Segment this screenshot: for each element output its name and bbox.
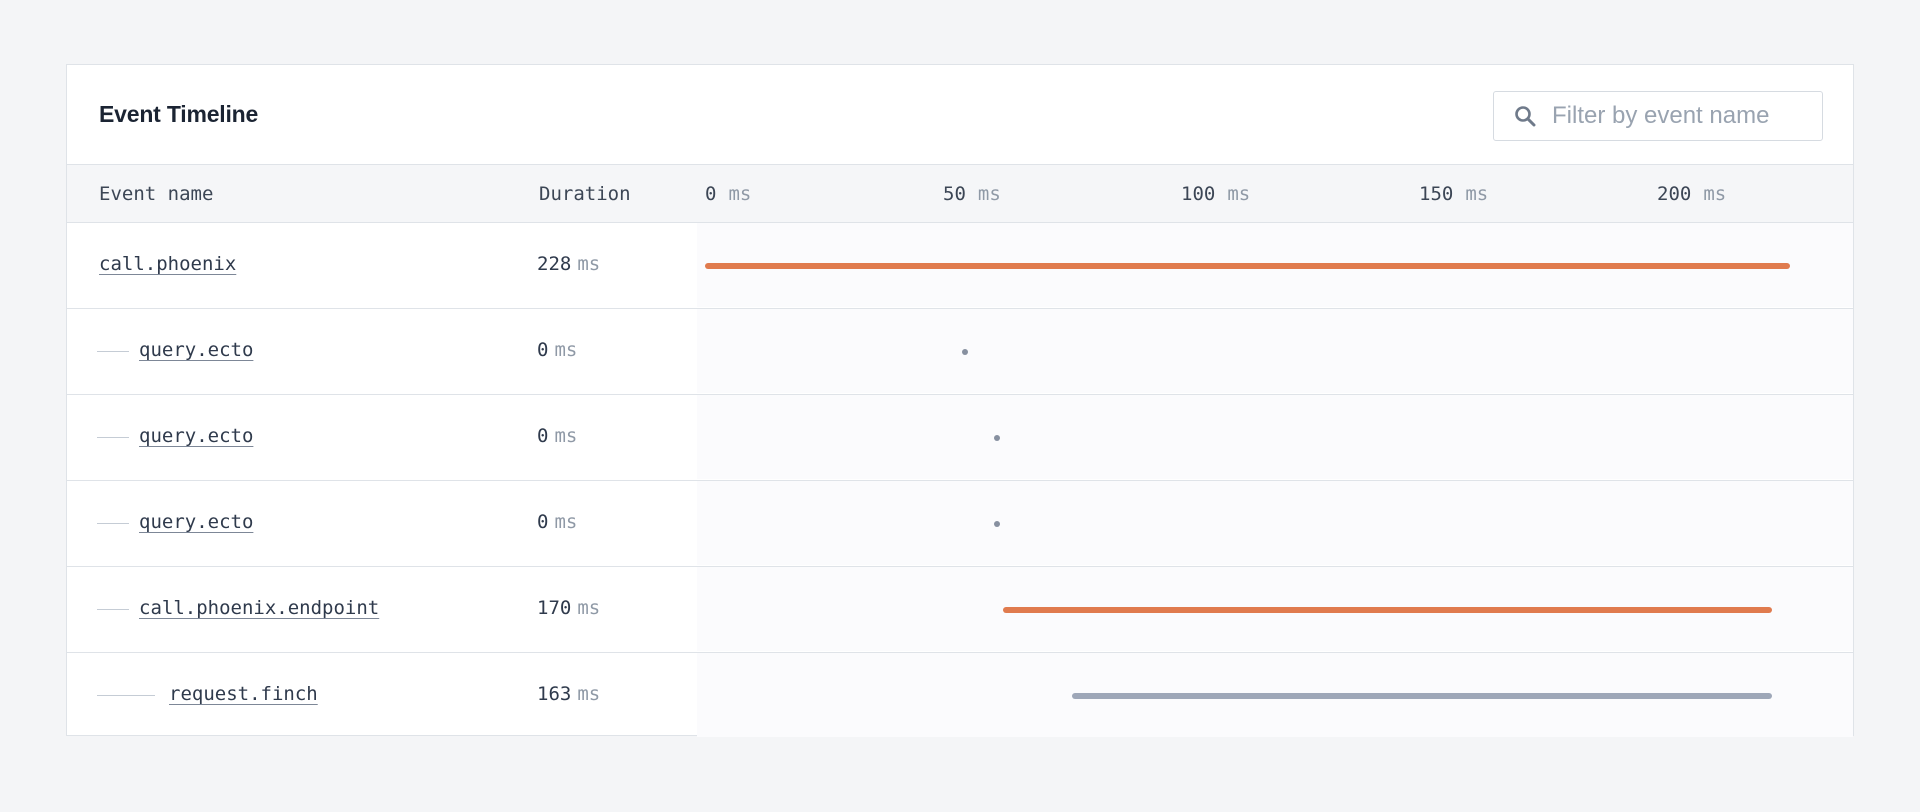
axis-tick-label: 150 ms xyxy=(1419,183,1488,205)
axis-tick-unit: ms xyxy=(728,183,752,205)
duration-unit: ms xyxy=(577,597,601,619)
event-duration: 170 ms xyxy=(537,597,600,619)
event-name-link[interactable]: query.ecto xyxy=(139,511,253,533)
search-icon xyxy=(1515,106,1536,127)
table-row: query.ecto 0 ms xyxy=(67,395,1853,481)
table-header: Event name Duration 0 ms 50 ms 100 ms 150 ms 200… xyxy=(67,165,1853,223)
timeline-track xyxy=(697,395,1853,479)
tree-indent-line xyxy=(97,609,129,610)
duration-unit: ms xyxy=(554,339,578,361)
table-row: request.finch 163 ms xyxy=(67,653,1853,739)
duration-value: 0 xyxy=(537,425,549,447)
duration-unit: ms xyxy=(577,253,601,275)
axis-tick-unit: ms xyxy=(1227,183,1251,205)
axis-tick-value: 0 xyxy=(705,183,717,205)
event-timeline-panel: Event Timeline Event name Duration 0ms50… xyxy=(66,64,1854,739)
duration-value: 0 xyxy=(537,511,549,533)
table-row: query.ecto 0 ms xyxy=(67,481,1853,567)
event-duration-bar[interactable] xyxy=(1002,607,1773,613)
axis-tick-label: 100 ms xyxy=(1181,183,1250,205)
event-duration: 228 ms xyxy=(537,253,600,275)
event-duration: 0 ms xyxy=(537,425,577,447)
duration-value: 228 xyxy=(537,253,572,275)
duration-unit: ms xyxy=(554,511,578,533)
event-instant-marker[interactable] xyxy=(961,349,968,355)
tree-indent-line xyxy=(97,351,129,352)
event-duration-bar[interactable] xyxy=(1071,693,1773,699)
filter-input[interactable] xyxy=(1552,92,1814,140)
event-duration: 163 ms xyxy=(537,683,600,705)
axis-tick-value: 50 xyxy=(943,183,966,205)
duration-value: 163 xyxy=(537,683,572,705)
event-duration: 0 ms xyxy=(537,511,577,533)
axis-tick-unit: ms xyxy=(977,183,1001,205)
event-name-link[interactable]: call.phoenix.endpoint xyxy=(139,597,379,619)
event-duration-bar[interactable] xyxy=(705,263,1791,269)
axis-tick-value: 100 xyxy=(1181,183,1216,205)
table-row: query.ecto 0 ms xyxy=(67,309,1853,395)
table-row: call.phoenix.endpoint 170 ms xyxy=(67,567,1853,653)
timeline-track xyxy=(697,481,1853,565)
panel-title: Event Timeline xyxy=(99,101,259,127)
event-instant-marker[interactable] xyxy=(993,435,1000,441)
event-duration: 0 ms xyxy=(537,339,577,361)
tree-indent-line xyxy=(97,523,129,524)
timeline-track xyxy=(697,309,1853,393)
axis-tick-label: 0 ms xyxy=(705,183,751,205)
filter-box[interactable] xyxy=(1493,91,1823,141)
duration-value: 0 xyxy=(537,339,549,361)
axis-tick-value: 150 xyxy=(1419,183,1454,205)
event-name-link[interactable]: query.ecto xyxy=(139,339,253,361)
axis-tick-label: 50 ms xyxy=(943,183,1001,205)
column-header-duration: Duration xyxy=(539,183,631,205)
event-name-link[interactable]: query.ecto xyxy=(139,425,253,447)
axis-tick-unit: ms xyxy=(1465,183,1489,205)
axis-tick-label: 200 ms xyxy=(1657,183,1726,205)
event-instant-marker[interactable] xyxy=(993,521,1000,527)
event-name-link[interactable]: request.finch xyxy=(169,683,318,705)
table-row: call.phoenix 228 ms xyxy=(67,223,1853,309)
axis-tick-unit: ms xyxy=(1703,183,1727,205)
duration-unit: ms xyxy=(554,425,578,447)
event-name-link[interactable]: call.phoenix xyxy=(99,253,236,275)
duration-unit: ms xyxy=(577,683,601,705)
axis-tick-value: 200 xyxy=(1657,183,1692,205)
column-header-event-name: Event name xyxy=(99,183,214,205)
panel-header: Event Timeline xyxy=(67,65,1853,165)
tree-indent-line xyxy=(97,695,155,696)
tree-indent-line xyxy=(97,437,129,438)
duration-value: 170 xyxy=(537,597,572,619)
